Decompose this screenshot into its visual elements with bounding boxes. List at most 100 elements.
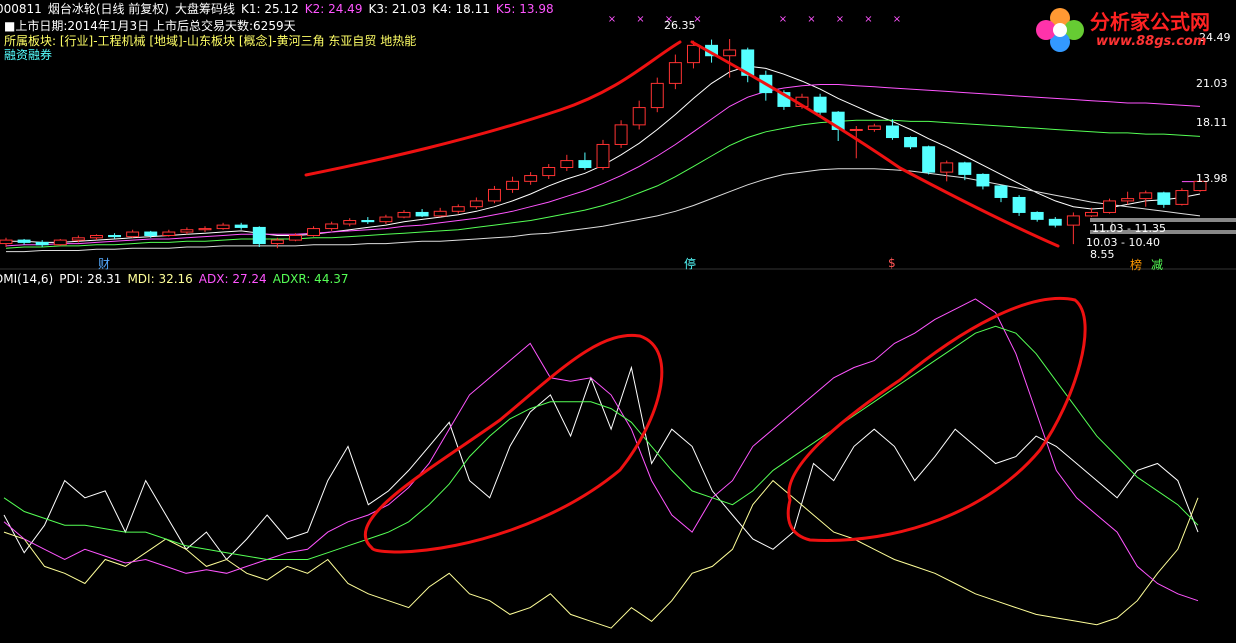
stock-name: 烟台冰轮(日线 前复权) (47, 2, 169, 16)
sector-info: 所属板块: [行业]-工程机械 [地域]-山东板块 [概念]-黄河三角 东亚自贸… (4, 34, 417, 48)
candle-down (108, 234, 122, 238)
range-label-1: 11.03 - 11.35 (1092, 222, 1166, 235)
dmi-adx: ADX: 27.24 (198, 272, 267, 286)
candle-up (162, 231, 176, 236)
k4-price-label: 18.11 (1196, 116, 1228, 129)
uptrend-annotation (304, 40, 682, 177)
candle-up (560, 160, 574, 169)
candle-up (614, 124, 628, 145)
peak-marker: × (807, 14, 815, 25)
candle-down (361, 220, 375, 223)
candle-up (524, 175, 538, 182)
dmi-header: DMI(14,6) PDI: 28.31 MDI: 32.16 ADX: 27.24 A… (0, 272, 355, 286)
candle-up (270, 239, 284, 245)
indicator-name: 大盘筹码线 (175, 2, 236, 16)
candle-up (650, 82, 664, 109)
candle-up (1103, 200, 1117, 213)
downtrend-annotation (690, 40, 1060, 248)
stock-code: 000811 (0, 2, 42, 16)
candle-down (904, 137, 918, 148)
candle-down (922, 146, 936, 173)
candle-down (976, 173, 990, 187)
dmi-circle-annotation-2 (786, 297, 1087, 542)
chart-root: × × × × × × × × × 000811 烟台冰轮(日线 前复权) 大盘筹码线 K1: 25.… (0, 0, 1236, 643)
peak-marker: × (779, 14, 787, 25)
dmi-adxr: ADXR: 44.37 (272, 272, 349, 286)
candle-down (252, 226, 266, 245)
dmi-pdi: PDI: 28.31 (59, 272, 122, 286)
candle-up (126, 231, 140, 238)
ranking-marker[interactable]: 榜 (1130, 256, 1142, 273)
dmi-line-pdi (3, 365, 1199, 561)
k-value-3: K3: 21.03 (368, 2, 427, 16)
dmi-title: DMI(14,6) (0, 272, 54, 286)
candle-up (433, 210, 447, 217)
candle-up (940, 162, 954, 173)
candle-down (885, 125, 899, 139)
suspend-marker[interactable]: 停 (684, 255, 696, 272)
candle-down (994, 185, 1008, 198)
candle-down (415, 211, 429, 217)
flower-logo-icon (1036, 8, 1084, 52)
candle-up (542, 167, 556, 177)
candle-down (1012, 196, 1026, 213)
candle-down (1030, 211, 1044, 220)
logo-url: www.88gs.com (1096, 34, 1207, 49)
dmi-mdi: MDI: 32.16 (127, 272, 193, 286)
candle-up (1066, 215, 1080, 226)
k-value-1: K1: 25.12 (241, 2, 299, 16)
peak-marker: × (893, 14, 901, 25)
candle-up (325, 223, 339, 230)
site-logo[interactable]: 分析家公式网 www.88gs.com (1034, 4, 1230, 56)
candle-down (578, 160, 592, 169)
k-value-4: K4: 18.11 (432, 2, 490, 16)
chart-canvas[interactable]: × × × × × × × × × (0, 0, 1236, 643)
logo-title: 分析家公式网 (1090, 10, 1210, 34)
candle-up (723, 49, 737, 57)
peak-marker: × (636, 14, 644, 25)
candle-up (216, 224, 230, 230)
candle-up (668, 62, 682, 84)
candle-up (596, 143, 610, 169)
candle-up (1084, 211, 1098, 217)
dmi-circle-annotation-1 (363, 333, 664, 554)
candle-down (958, 162, 972, 175)
peak-marker: × (836, 14, 844, 25)
candle-up (1175, 190, 1189, 205)
candle-up (307, 228, 321, 236)
candle-up (397, 211, 411, 218)
peak-marker: × (608, 14, 616, 25)
dollar-marker[interactable]: $ (888, 256, 896, 270)
candle-up (632, 107, 646, 126)
price-header: 000811 烟台冰轮(日线 前复权) 大盘筹码线 K1: 25.12 K2: 24.4… (0, 2, 566, 16)
candle-up (180, 229, 194, 233)
dmi-line-mdi (3, 479, 1199, 629)
candle-up (71, 237, 85, 241)
candle-up (379, 216, 393, 223)
candle-up (1121, 198, 1135, 202)
k5-price-label: 13.98 (1196, 172, 1228, 185)
margin-trading[interactable]: 融资融券 (4, 48, 52, 62)
candle-down (35, 241, 49, 246)
candle-down (234, 224, 248, 228)
reduce-marker[interactable]: 减 (1151, 256, 1163, 273)
finance-marker[interactable]: 财 (98, 255, 110, 272)
candle-up (506, 180, 520, 190)
candle-up (487, 188, 501, 202)
candle-up (0, 239, 13, 245)
low-price-label: 8.55 (1090, 248, 1115, 261)
peak-marker: × (864, 14, 872, 25)
candle-up (53, 239, 67, 246)
candle-up (343, 220, 357, 225)
k-value-2: K2: 24.49 (304, 2, 363, 16)
candle-down (1157, 192, 1171, 205)
high-price-label: 26.35 (664, 19, 696, 32)
candle-up (288, 234, 302, 241)
candle-up (469, 200, 483, 208)
candle-up (451, 206, 465, 212)
listing-info: ■上市日期:2014年1月3日 上市后总交易天数:6259天 (4, 19, 296, 33)
candle-down (17, 239, 31, 243)
candle-up (1139, 192, 1153, 200)
candle-down (1048, 218, 1062, 226)
k-values: K1: 25.12 K2: 24.49 K3: 21.03 K4: 18.11 K5: … (241, 2, 560, 16)
